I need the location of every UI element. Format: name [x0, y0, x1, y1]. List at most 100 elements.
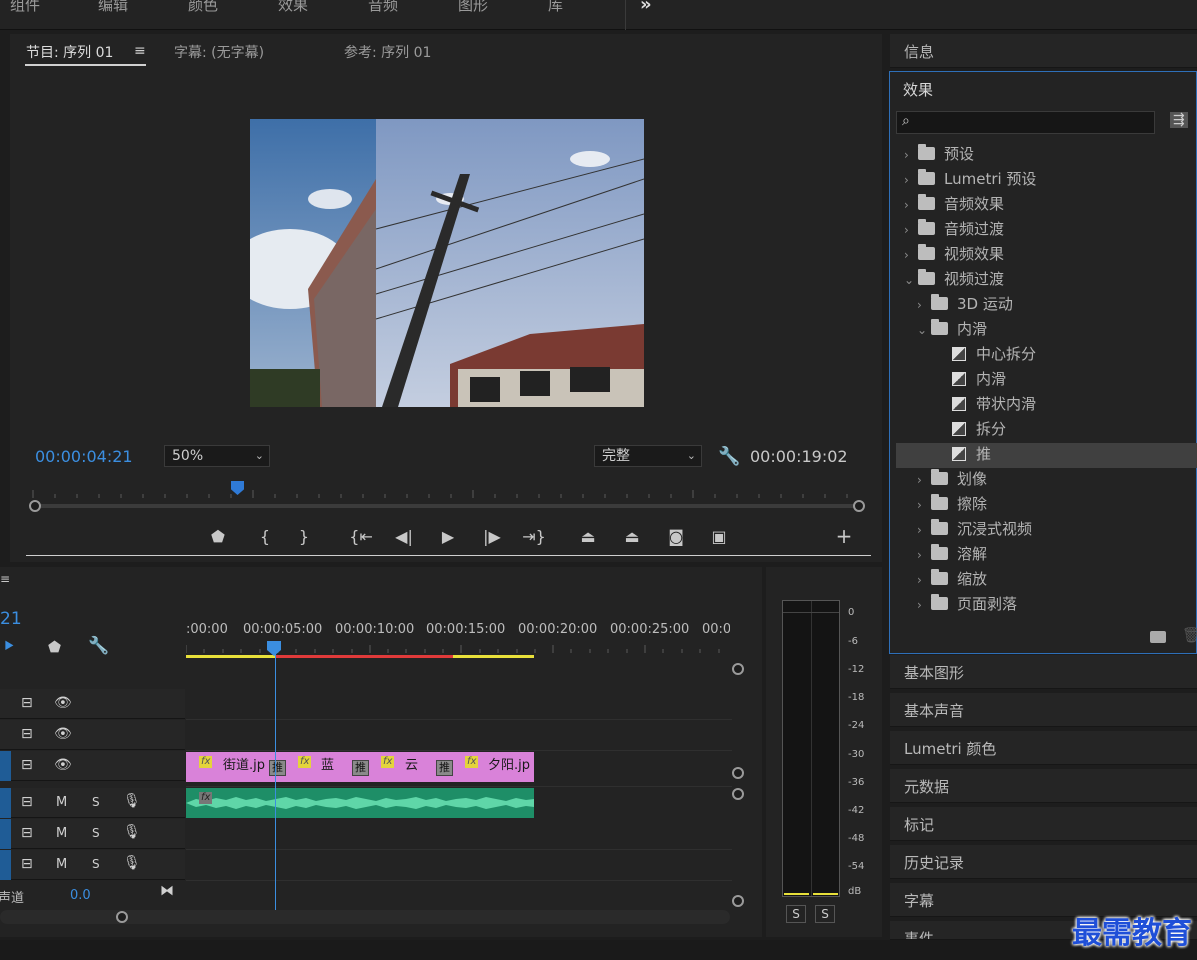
chevron-right-icon[interactable]: ›	[917, 493, 931, 518]
effects-tree-item[interactable]: 中心拆分	[952, 342, 1036, 367]
workspace-tab-assembly[interactable]: 组件	[10, 0, 40, 15]
step-back-icon[interactable]: ◀|	[392, 527, 416, 546]
panel-essential-sound[interactable]: 基本声音	[890, 693, 1197, 727]
vertical-scroll-handle[interactable]	[732, 895, 744, 907]
step-forward-icon[interactable]: |▶	[480, 527, 504, 546]
effects-tree-item[interactable]: 带状内滑	[952, 392, 1036, 417]
effects-search-input[interactable]: ⌕	[896, 111, 1155, 134]
lift-icon[interactable]: ⏏	[576, 527, 600, 546]
toggle-sync-lock-icon[interactable]: ⊟	[21, 757, 33, 773]
effects-tree-item[interactable]: 拆分	[952, 417, 1006, 442]
master-volume-value[interactable]: 0.0	[70, 888, 91, 903]
vertical-scroll-handle[interactable]	[732, 767, 744, 779]
eye-icon[interactable]: 👁	[54, 695, 72, 711]
effects-tree-item[interactable]: › 擦除	[917, 492, 987, 517]
tab-captions[interactable]: 字幕: (无字幕)	[174, 42, 264, 62]
effects-tree-item[interactable]: › 音频效果	[904, 192, 1004, 217]
playback-resolution-dropdown[interactable]: 完整 ⌄	[594, 445, 702, 467]
go-to-in-icon[interactable]: {⇤	[349, 527, 373, 546]
eye-icon[interactable]: 👁	[54, 726, 72, 742]
tab-reference[interactable]: 参考: 序列 01	[344, 42, 431, 62]
toggle-sync-lock-icon[interactable]: ⊟	[21, 794, 33, 810]
mark-in-icon[interactable]: {	[253, 527, 277, 546]
microphone-icon[interactable]: 🎙	[123, 824, 141, 840]
horizontal-scroll-handle[interactable]	[116, 911, 128, 923]
eye-icon[interactable]: 👁	[54, 757, 72, 773]
solo-left-button[interactable]: S	[786, 905, 806, 923]
solo-right-button[interactable]: S	[815, 905, 835, 923]
toggle-sync-lock-icon[interactable]: ⊟	[21, 825, 33, 841]
play-icon[interactable]: ▶	[436, 527, 460, 546]
track-target-a1[interactable]	[0, 788, 11, 818]
effects-tree-item[interactable]: ⌄ 视频过渡	[904, 267, 1004, 292]
panel-history[interactable]: 历史记录	[890, 845, 1197, 879]
chevron-right-icon[interactable]: ›	[917, 468, 931, 493]
vertical-scroll-handle[interactable]	[732, 788, 744, 800]
timeline-timecode[interactable]: 21	[0, 609, 22, 629]
effects-tree-item[interactable]: › 音频过渡	[904, 217, 1004, 242]
chevron-right-icon[interactable]: ›	[904, 193, 918, 218]
workspace-tab-graphics[interactable]: 图形	[458, 0, 488, 15]
chevron-down-icon[interactable]: ⌄	[904, 268, 918, 293]
panel-lumetri-color[interactable]: Lumetri 颜色	[890, 731, 1197, 765]
mark-out-icon[interactable]: }	[292, 527, 316, 546]
toggle-sync-lock-icon[interactable]: ⊟	[21, 695, 33, 711]
new-bin-icon[interactable]: ⇶	[1170, 112, 1188, 128]
new-folder-icon[interactable]	[1150, 631, 1166, 643]
scroll-handle-left[interactable]	[29, 500, 41, 512]
current-timecode[interactable]: 00:00:04:21	[35, 447, 133, 466]
camera-icon[interactable]: ◙	[664, 527, 688, 546]
effects-tree-item[interactable]: 内滑	[952, 367, 1006, 392]
effects-tree-item[interactable]: › 划像	[917, 467, 987, 492]
wrench-icon[interactable]: 🔧	[88, 636, 109, 656]
effects-tree-item[interactable]: › 3D 运动	[917, 292, 1013, 317]
transition-push[interactable]: 推	[269, 760, 286, 776]
track-target-a3[interactable]	[0, 850, 11, 880]
microphone-icon[interactable]: 🎙	[123, 793, 141, 809]
toggle-sync-lock-icon[interactable]: ⊟	[21, 856, 33, 872]
workspace-tab-libraries[interactable]: 库	[548, 0, 563, 15]
zoom-scrollbar[interactable]	[34, 504, 860, 508]
workspace-tab-editing[interactable]: 编辑	[98, 0, 128, 15]
solo-button[interactable]: S	[92, 826, 100, 840]
chevron-right-icon[interactable]: ›	[917, 518, 931, 543]
snap-icon[interactable]: ⯈	[2, 637, 16, 657]
microphone-icon[interactable]: 🎙	[123, 855, 141, 871]
panel-metadata[interactable]: 元数据	[890, 769, 1197, 803]
audio-clip[interactable]	[186, 788, 534, 818]
chevron-down-icon[interactable]: ⌄	[917, 318, 931, 343]
effects-tree-item[interactable]: › 缩放	[917, 567, 987, 592]
mute-button[interactable]: M	[56, 857, 67, 872]
extract-icon[interactable]: ⏏	[620, 527, 644, 546]
effects-tree-item[interactable]: › 溶解	[917, 542, 987, 567]
workspace-tab-color[interactable]: 颜色	[188, 0, 218, 15]
go-to-out-icon[interactable]: ⇥}	[522, 527, 546, 546]
add-marker-icon[interactable]: ⬟	[206, 527, 230, 546]
transition-push[interactable]: 推	[352, 760, 369, 776]
chevron-right-icon[interactable]: ›	[904, 143, 918, 168]
workspace-tab-audio[interactable]: 音频	[368, 0, 398, 15]
panel-markers[interactable]: 标记	[890, 807, 1197, 841]
time-ruler[interactable]	[28, 480, 860, 498]
effects-tree-item[interactable]: › 视频效果	[904, 242, 1004, 267]
go-to-end-icon[interactable]: ⧓	[160, 883, 174, 899]
solo-button[interactable]: S	[92, 857, 100, 871]
effects-tree-item[interactable]: 推	[952, 442, 991, 467]
effects-tree-item[interactable]: › 页面剥落	[917, 592, 1017, 617]
chevron-right-icon[interactable]: ›	[904, 218, 918, 243]
mute-button[interactable]: M	[56, 795, 67, 810]
workspace-tab-effects[interactable]: 效果	[278, 0, 308, 15]
mute-button[interactable]: M	[56, 826, 67, 841]
timeline-horizontal-scrollbar[interactable]	[0, 910, 730, 924]
panel-menu-icon[interactable]: ≡	[134, 43, 146, 59]
chevron-right-icon[interactable]: ›	[917, 293, 931, 318]
panel-menu-icon[interactable]: ≡	[0, 572, 10, 586]
chevron-right-icon[interactable]: ›	[917, 543, 931, 568]
effects-tree-item[interactable]: ⌄ 内滑	[917, 317, 987, 342]
solo-button[interactable]: S	[92, 795, 100, 809]
trash-icon[interactable]: 🗑	[1182, 626, 1197, 644]
wrench-icon[interactable]: 🔧	[718, 446, 740, 467]
zoom-dropdown[interactable]: 50% ⌄	[164, 445, 270, 467]
vertical-scroll-handle[interactable]	[732, 663, 744, 675]
chevron-right-icon[interactable]: ›	[917, 593, 931, 618]
